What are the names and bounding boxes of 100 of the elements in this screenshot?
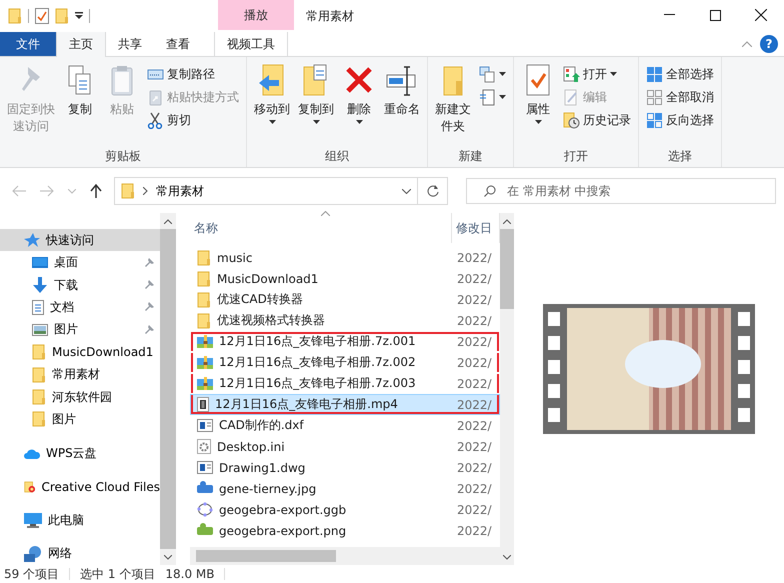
folder-icon — [197, 270, 211, 286]
file-row[interactable]: 12月1日16点_友锋电子相册.7z.001 2022/ — [190, 331, 500, 352]
scroll-down-icon[interactable] — [164, 554, 172, 560]
nav-item[interactable]: 图片 — [0, 408, 160, 431]
modified-date: 2022/ — [456, 250, 492, 264]
file-row[interactable]: Drawing1.dwg 2022/ — [190, 457, 500, 478]
column-header[interactable]: 名称 — [190, 213, 452, 243]
file-row[interactable]: 12月1日16点_友锋电子相册.7z.003 2022/ — [190, 373, 500, 394]
check-document-icon[interactable] — [35, 8, 49, 24]
scroll-up-icon[interactable] — [164, 218, 172, 224]
dropdown-icon[interactable] — [75, 12, 83, 20]
modified-date: 2022/ — [456, 440, 492, 454]
ribbon-tab[interactable]: 文件 — [0, 32, 56, 56]
file-row[interactable]: music 2022/ — [190, 247, 500, 268]
file-name: Desktop.ini — [191, 439, 451, 454]
archive-icon — [197, 334, 213, 348]
ellipse-points-icon — [197, 502, 213, 517]
scroll-thumb[interactable] — [196, 550, 336, 562]
breadcrumb[interactable]: 常用素材 — [156, 182, 204, 200]
archive-icon — [197, 356, 213, 370]
star-icon — [24, 232, 40, 248]
scroll-down-icon[interactable] — [503, 554, 511, 560]
nav-item[interactable]: 桌面 — [0, 251, 160, 274]
context-tab-header: 播放 — [218, 0, 294, 30]
folder-cloud-icon — [24, 478, 36, 495]
file-name: 优速CAD转换器 — [191, 291, 451, 308]
refresh-button[interactable] — [418, 177, 448, 205]
nav-item[interactable]: 此电脑 — [0, 509, 160, 532]
maximize-icon — [710, 10, 720, 20]
desktop-icon — [32, 256, 48, 269]
file-row[interactable]: geogebra-export.png 2022/ — [190, 520, 500, 541]
nav-item[interactable]: 文档 — [0, 296, 160, 319]
history-icon — [563, 112, 580, 128]
cad-file-icon — [197, 461, 213, 474]
nav-item[interactable]: WPS云盘 — [0, 442, 160, 464]
file-name: Drawing1.dwg — [191, 460, 451, 474]
file-row[interactable]: CAD制作的.dxf 2022/ — [190, 415, 500, 436]
grid-invert-icon — [646, 112, 663, 128]
cloud-icon — [24, 448, 40, 459]
file-row[interactable]: 12月1日16点_友锋电子相册.7z.002 2022/ — [190, 352, 500, 373]
new-file-icon — [479, 88, 496, 106]
ribbon-button[interactable]: 删除 — [339, 61, 379, 147]
nav-item[interactable]: 网络 — [0, 542, 160, 566]
ribbon-button[interactable]: 打开 — [560, 63, 634, 85]
file-name: 12月1日16点_友锋电子相册.7z.003 — [191, 375, 451, 392]
file-row[interactable]: 优速视频格式转换器 2022/ — [190, 310, 500, 331]
ribbon-button[interactable]: 复制到 — [295, 61, 337, 147]
window-title: 常用素材 — [306, 8, 354, 25]
ribbon-button[interactable]: 全部选择 — [643, 63, 717, 85]
video-file-icon — [197, 397, 209, 412]
ribbon-button[interactable]: 全部取消 — [643, 86, 717, 108]
file-name: music — [191, 250, 451, 266]
dropdown-icon[interactable] — [402, 188, 412, 194]
nav-item[interactable]: 图片 — [0, 318, 160, 342]
ribbon-button[interactable]: 反向选择 — [643, 109, 717, 131]
grid-outline-icon — [646, 88, 663, 106]
file-row[interactable]: geogebra-export.ggb 2022/ — [190, 499, 500, 520]
folder-icon — [32, 411, 46, 428]
ribbon-button[interactable]: 新建文件夹 — [432, 61, 474, 147]
ribbon-button[interactable]: 剪切 — [144, 109, 242, 131]
ribbon-button[interactable]: 历史记录 — [560, 109, 634, 131]
file-row[interactable]: Desktop.ini 2022/ — [190, 436, 500, 457]
scroll-up-icon[interactable] — [503, 218, 511, 224]
file-name: 12月1日16点_友锋电子相册.mp4 — [191, 396, 451, 413]
file-row[interactable]: MusicDownload1 2022/ — [190, 268, 500, 289]
ribbon-tab[interactable]: 查看 — [154, 32, 202, 56]
ribbon-button[interactable]: 复制路径 — [144, 63, 242, 85]
modified-date: 2022/ — [456, 460, 492, 474]
ribbon-button[interactable]: 重命名 — [381, 61, 423, 147]
collapse-icon[interactable] — [742, 41, 752, 47]
nav-item[interactable]: MusicDownload1 — [0, 341, 160, 364]
open-list-icon — [563, 66, 580, 82]
scrollbar[interactable] — [500, 213, 514, 565]
ribbon-tab[interactable]: 共享 — [106, 32, 154, 56]
ribbon-tab[interactable]: 主页 — [56, 32, 106, 57]
nav-item[interactable]: 河东软件园 — [0, 386, 160, 408]
address-bar[interactable]: 常用素材 — [114, 177, 418, 205]
nav-item[interactable]: 快速访问 — [0, 229, 160, 252]
network-icon — [24, 546, 42, 562]
nav-item[interactable]: 下载 — [0, 274, 160, 296]
group-label: 新建 — [458, 148, 484, 165]
file-row[interactable]: 12月1日16点_友锋电子相册.mp4 2022/ — [190, 394, 500, 415]
help-button[interactable]: ? — [760, 35, 778, 53]
scroll-thumb[interactable] — [500, 229, 514, 309]
pin-icon — [144, 258, 154, 268]
search-field[interactable]: 在 常用素材 中搜索 — [466, 178, 776, 204]
close-icon — [755, 9, 767, 21]
nav-item[interactable]: 常用素材 — [0, 363, 160, 386]
archive-icon — [197, 376, 213, 390]
horizontal-scrollbar[interactable] — [190, 547, 500, 565]
ribbon-button[interactable]: 属性 — [518, 61, 558, 147]
ribbon-tab[interactable]: 视频工具 — [214, 32, 288, 56]
modified-date: 2022/ — [456, 334, 492, 348]
file-row[interactable]: gene-tierney.jpg 2022/ — [190, 478, 500, 499]
folder-icon — [121, 183, 135, 199]
ribbon-button[interactable]: 复制 — [60, 61, 100, 147]
ribbon-button[interactable]: 移动到 — [251, 61, 293, 147]
file-row[interactable]: 优速CAD转换器 2022/ — [190, 289, 500, 310]
nav-item[interactable]: Creative Cloud Files — [0, 475, 160, 498]
grid-icon — [646, 66, 663, 82]
